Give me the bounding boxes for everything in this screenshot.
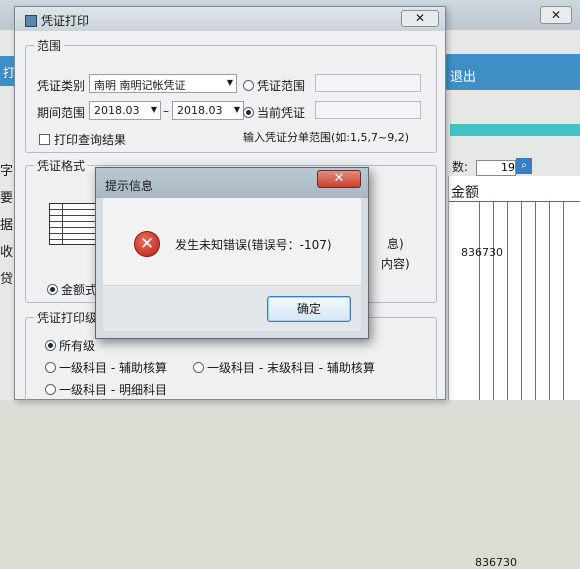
page-label: 数: [452,160,469,174]
alert-footer: 确定 [103,285,361,331]
range-group-legend: 范围 [37,39,62,53]
radio-icon [193,362,204,373]
chevron-down-icon: ▼ [233,105,240,114]
radio-icon [45,384,56,395]
background-left-label: 要 [0,191,14,206]
radio-current-voucher-label: 当前凭证 [257,106,306,120]
radio-level1-last[interactable]: 一级科目 - 末级科目 - 辅助核算 [193,359,375,376]
ledger-column-line [535,202,536,400]
voucher-range-input[interactable] [315,74,421,92]
print-query-checkbox[interactable]: 打印查询结果 [39,131,126,148]
ledger-column-line [493,202,494,400]
radio-icon [243,80,254,91]
background-ledger-table: 金额 836730 836730 [448,176,580,569]
current-voucher-input[interactable] [315,101,421,119]
background-exit-button[interactable]: 退出 [440,54,580,90]
background-left-label: 收 [0,245,14,260]
radio-current-voucher[interactable]: 当前凭证 [243,104,305,121]
format-option-text: 内容) [381,257,410,271]
radio-icon [45,340,56,351]
ledger-value: 836730 [475,556,517,569]
background-left-label: 字 [0,164,14,179]
radio-level1-last-label: 一级科目 - 末级科目 - 辅助核算 [207,361,375,375]
radio-level1-detail-label: 一级科目 - 明细科目 [59,383,167,397]
radio-icon [47,284,58,295]
voucher-dialog-close-button[interactable]: ✕ [401,10,439,27]
ledger-column-line [521,202,522,400]
page-input[interactable] [476,159,517,176]
ledger-column-line [507,202,508,400]
format-option-text: 息) [387,237,404,251]
radio-all-levels-label: 所有级 [59,339,96,353]
voucher-dialog-titlebar: 凭证打印 ✕ [15,7,445,31]
alert-dialog: 提示信息 ✕ ✕ 发生未知错误(错误号：-107) 确定 [95,167,369,339]
chevron-down-icon: ▼ [226,78,233,87]
ledger-column-line [479,202,480,400]
alert-title: 提示信息 [105,179,154,193]
radio-voucher-range-label: 凭证范围 [257,79,306,93]
radio-level1-detail[interactable]: 一级科目 - 明细科目 [45,381,167,398]
ledger-value: 836730 [461,246,503,259]
voucher-format-preview-icon [49,203,101,245]
background-teal-bar [450,124,580,136]
ledger-column-line [549,202,550,400]
checkbox-icon [39,134,50,145]
period-from-select[interactable]: 2018.03 ▼ [89,101,161,120]
radio-level1-aux-label: 一级科目 - 辅助核算 [59,361,167,375]
radio-full-amount[interactable]: 金额式 [47,281,97,298]
radio-voucher-range[interactable]: 凭证范围 [243,77,305,94]
alert-message: 发生未知错误(错误号：-107) [175,238,332,252]
range-hint: 输入凭证分单范围(如:1,5,7~9,2) [243,131,409,144]
period-from-value: 2018.03 [94,104,140,117]
period-to-select[interactable]: 2018.03 ▼ [172,101,244,120]
printer-icon [25,15,37,27]
period-to-value: 2018.03 [177,104,223,117]
period-separator: – [163,104,169,118]
radio-icon [243,107,254,118]
background-left-label: 贷 [0,272,14,287]
background-left-label: 据 [0,218,14,233]
chevron-down-icon: ▼ [150,105,157,114]
period-label: 期间范围 [37,106,86,120]
error-icon: ✕ [134,231,160,257]
voucher-type-select[interactable]: 南明 南明记帐凭证 ▼ [89,74,237,93]
voucher-type-value: 南明 南明记帐凭证 [94,79,186,92]
alert-close-button[interactable]: ✕ [317,170,361,188]
ledger-column-line [563,202,564,400]
radio-level1-aux[interactable]: 一级科目 - 辅助核算 [45,359,167,376]
format-group-legend: 凭证格式 [37,159,86,173]
background-left-labels: 字 要 据 收 贷 [0,160,14,295]
print-query-label: 打印查询结果 [54,133,127,147]
alert-body: ✕ 发生未知错误(错误号：-107) 确定 [103,198,361,331]
alert-titlebar: 提示信息 ✕ [96,168,368,198]
radio-full-amount-label: 金额式 [61,283,98,297]
radio-icon [45,362,56,373]
radio-all-levels[interactable]: 所有级 [45,337,95,354]
print-level-legend: 凭证打印级 [37,311,98,325]
voucher-dialog-title: 凭证打印 [41,14,90,28]
background-close-button[interactable]: ✕ [540,6,572,24]
search-icon[interactable]: ⌕ [516,158,533,174]
background-page-control: 数: ⌕ [452,158,533,176]
voucher-type-label: 凭证类别 [37,79,86,93]
ok-button[interactable]: 确定 [267,296,351,322]
ledger-header: 金额 [449,176,580,202]
